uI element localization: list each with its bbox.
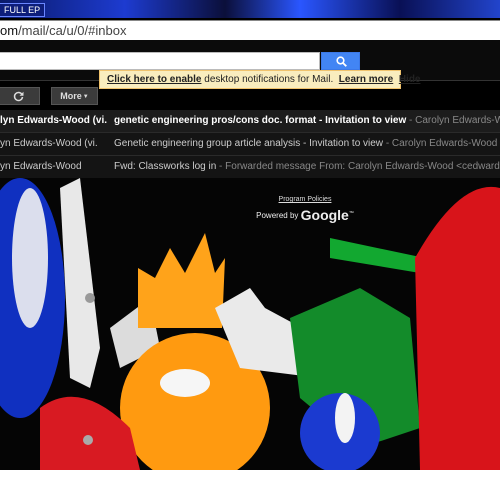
email-sender: lyn Edwards-Wood (vi. [0, 115, 108, 126]
more-button[interactable]: More▼ [51, 87, 98, 105]
email-sender: yn Edwards-Wood [0, 161, 82, 172]
learn-more-link[interactable]: Learn more [339, 74, 393, 85]
email-subject: genetic engineering pros/cons doc. forma… [114, 110, 500, 132]
refresh-icon [13, 91, 24, 102]
email-row[interactable]: yn Edwards-Wood Fwd: Classworks log in -… [0, 156, 500, 179]
address-text: om/mail/ca/u/0/#inbox [0, 23, 127, 38]
refresh-button[interactable] [0, 87, 40, 105]
email-subject: Fwd: Classworks log in - Forwarded messa… [114, 156, 500, 178]
email-row[interactable]: lyn Edwards-Wood (vi. genetic engineerin… [0, 110, 500, 133]
hide-link[interactable]: Hide [399, 74, 421, 85]
notification-message: desktop notifications for Mail. [204, 74, 334, 85]
program-policies-link[interactable]: Program Policies [279, 196, 332, 203]
enable-notifications-link[interactable]: Click here to enable [107, 74, 201, 85]
email-snippet: - Forwarded message From: Carolyn Edward… [219, 161, 500, 172]
email-list: lyn Edwards-Wood (vi. genetic engineerin… [0, 110, 500, 179]
google-logo: Google [300, 207, 349, 223]
page-bottom-area [0, 470, 500, 500]
bookmark-item[interactable]: FULL EP [0, 3, 46, 17]
email-snippet: - Carolyn Edwards-Wood has invite [409, 115, 500, 126]
footer: Program Policies Powered by Google™ [0, 190, 500, 223]
email-subject: Genetic engineering group article analys… [114, 133, 500, 155]
chevron-down-icon: ▼ [82, 93, 89, 100]
notification-bar: Click here to enable desktop notificatio… [99, 70, 420, 89]
email-snippet: - Carolyn Edwards-Wood has invited you t [385, 138, 500, 149]
email-sender: yn Edwards-Wood (vi. [0, 138, 98, 149]
email-row[interactable]: yn Edwards-Wood (vi. Genetic engineering… [0, 133, 500, 156]
powered-by-text: Powered by [256, 211, 299, 220]
search-icon [336, 56, 347, 67]
more-label: More [60, 91, 82, 101]
search-input[interactable] [0, 52, 320, 70]
search-button[interactable] [321, 52, 360, 70]
theme-header-strip: FULL EP [0, 0, 500, 18]
address-bar[interactable]: om/mail/ca/u/0/#inbox [0, 20, 500, 41]
powered-by-google: Powered by Google™ [256, 207, 354, 223]
